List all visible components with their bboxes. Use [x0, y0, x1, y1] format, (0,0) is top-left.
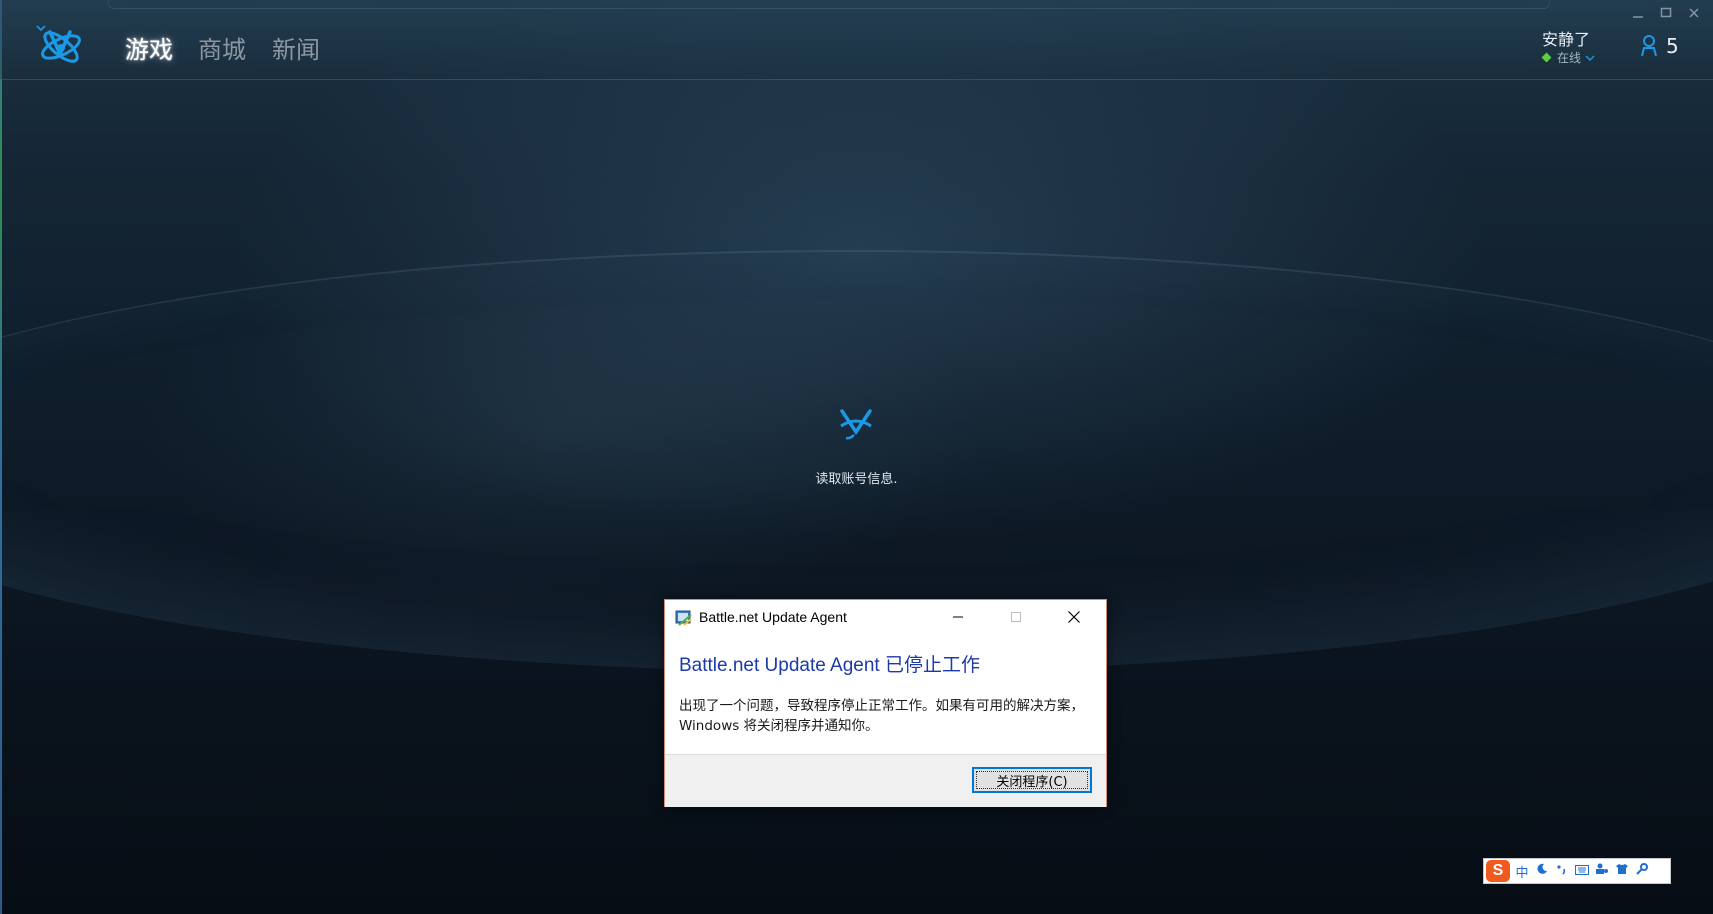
nav-tab-shop[interactable]: 商城: [198, 30, 246, 65]
battlenet-app: 游戏 商城 新闻 安静了 在线 5 读取账号信息. Battle.net Upd…: [0, 0, 1713, 914]
dialog-title-bar[interactable]: Battle.net Update Agent: [665, 600, 1106, 634]
keyboard-icon[interactable]: [1574, 864, 1590, 879]
dialog-footer: 关闭程序(C): [665, 754, 1106, 807]
error-dialog: Battle.net Update Agent Battle.net Updat…: [664, 599, 1107, 807]
maximize-button[interactable]: [1657, 4, 1675, 22]
online-status-icon: [1541, 52, 1552, 63]
user-name[interactable]: 安静了: [1542, 26, 1590, 50]
dialog-heading: Battle.net Update Agent 已停止工作: [679, 655, 980, 676]
friends-icon: [1641, 35, 1657, 57]
maximize-icon: [1011, 612, 1021, 622]
minimize-icon: [1633, 16, 1643, 18]
close-program-button[interactable]: 关闭程序(C): [972, 767, 1092, 793]
update-agent-icon: [675, 610, 692, 626]
person-icon: [1596, 863, 1608, 874]
close-button[interactable]: [1685, 4, 1703, 22]
punctuation-icon[interactable]: [1554, 863, 1570, 879]
halfwidth-moon-icon[interactable]: [1534, 863, 1550, 879]
close-program-label: 关闭程序(C): [996, 774, 1068, 790]
ime-mode-toggle[interactable]: 中: [1514, 862, 1530, 881]
battlenet-menu-button[interactable]: [36, 24, 106, 70]
loading-status-text: 读取账号信息.: [815, 472, 898, 487]
window-controls: [1629, 4, 1703, 22]
minimize-button[interactable]: [1629, 4, 1647, 22]
battlenet-spinner-icon: [840, 409, 872, 440]
punctuation-icon-glyph: [1557, 865, 1566, 875]
voice-icon[interactable]: [1594, 863, 1610, 879]
friends-count: 5: [1666, 34, 1679, 58]
minimize-icon: [953, 616, 963, 618]
moon-icon: [1537, 863, 1547, 874]
close-icon: [1068, 611, 1080, 623]
user-status-dropdown[interactable]: 在线: [1541, 49, 1595, 66]
ime-toolbar: S 中: [1483, 858, 1671, 884]
chevron-down-icon: [1585, 54, 1595, 61]
close-icon: [1689, 8, 1699, 18]
wrench-icon: [1636, 863, 1648, 875]
user-status-label: 在线: [1557, 51, 1582, 65]
shirt-icon: [1616, 864, 1628, 874]
chevron-down-icon: [36, 25, 46, 32]
keyboard-icon-glyph: [1575, 864, 1589, 875]
nav-tab-news[interactable]: 新闻: [272, 30, 320, 65]
dialog-message: 出现了一个问题，导致程序停止正常工作。如果有可用的解决方案，Windows 将关…: [679, 698, 1084, 734]
window-left-edge: [0, 0, 2, 914]
dialog-title: Battle.net Update Agent: [699, 609, 847, 625]
tools-wrench-icon[interactable]: [1634, 863, 1650, 879]
dialog-maximize-button: [993, 604, 1039, 630]
dialog-minimize-button[interactable]: [935, 604, 981, 630]
top-bar-frame: [108, 0, 1550, 9]
top-nav-bar: 游戏 商城 新闻 安静了 在线 5: [0, 0, 1713, 80]
skin-shirt-icon[interactable]: [1614, 863, 1630, 879]
dialog-close-button[interactable]: [1051, 604, 1097, 630]
friends-button[interactable]: 5: [1640, 34, 1679, 58]
maximize-icon: [1660, 7, 1672, 18]
sogou-logo-icon[interactable]: S: [1486, 860, 1510, 882]
nav-tab-games[interactable]: 游戏: [125, 30, 173, 65]
